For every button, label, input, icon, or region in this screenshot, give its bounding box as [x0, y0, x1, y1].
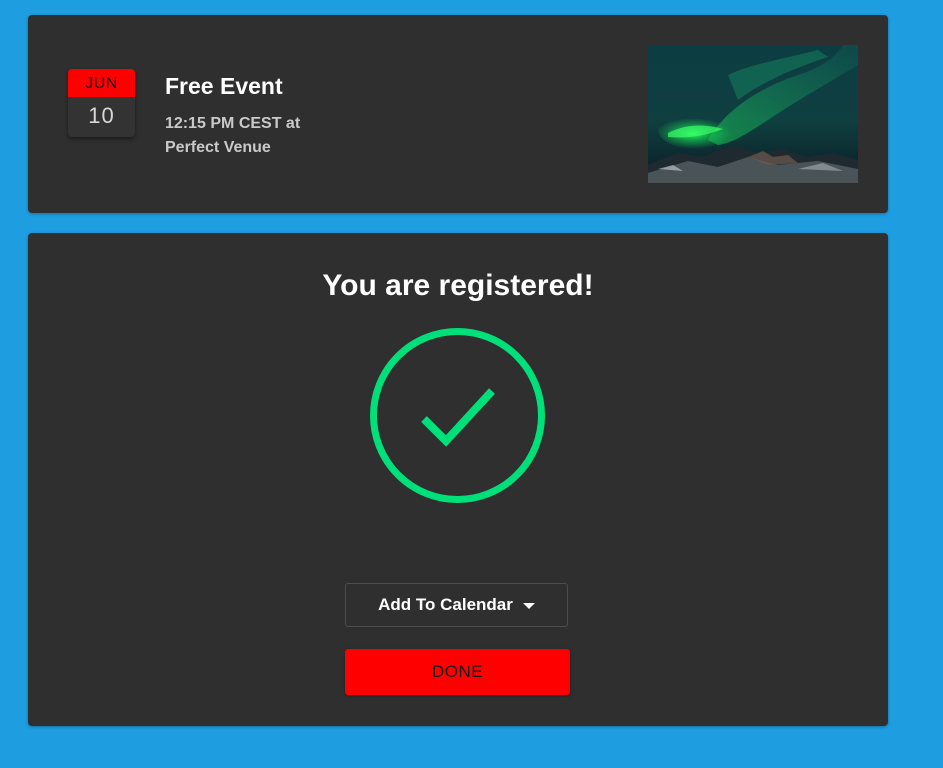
- event-image: [648, 45, 858, 183]
- date-badge: JUN 10: [68, 69, 135, 137]
- add-to-calendar-label: Add To Calendar: [378, 595, 513, 614]
- add-to-calendar-button[interactable]: Add To Calendar: [345, 583, 568, 627]
- event-meta: 12:15 PM CEST at Perfect Venue: [165, 112, 365, 160]
- event-venue: Perfect Venue: [165, 139, 271, 156]
- done-button[interactable]: DONE: [345, 649, 570, 695]
- date-day: 10: [88, 103, 115, 128]
- event-summary-card: JUN 10 Free Event 12:15 PM CEST at Perfe…: [28, 15, 888, 213]
- event-time: 12:15 PM CEST at: [165, 115, 301, 132]
- date-month: JUN: [68, 69, 135, 97]
- checkmark-circle-icon: [369, 327, 546, 504]
- registration-confirmation-card: You are registered! Add To Calendar DONE: [28, 233, 888, 726]
- chevron-down-icon: [522, 603, 535, 609]
- confirmation-title: You are registered!: [322, 269, 594, 302]
- event-title: Free Event: [165, 73, 283, 99]
